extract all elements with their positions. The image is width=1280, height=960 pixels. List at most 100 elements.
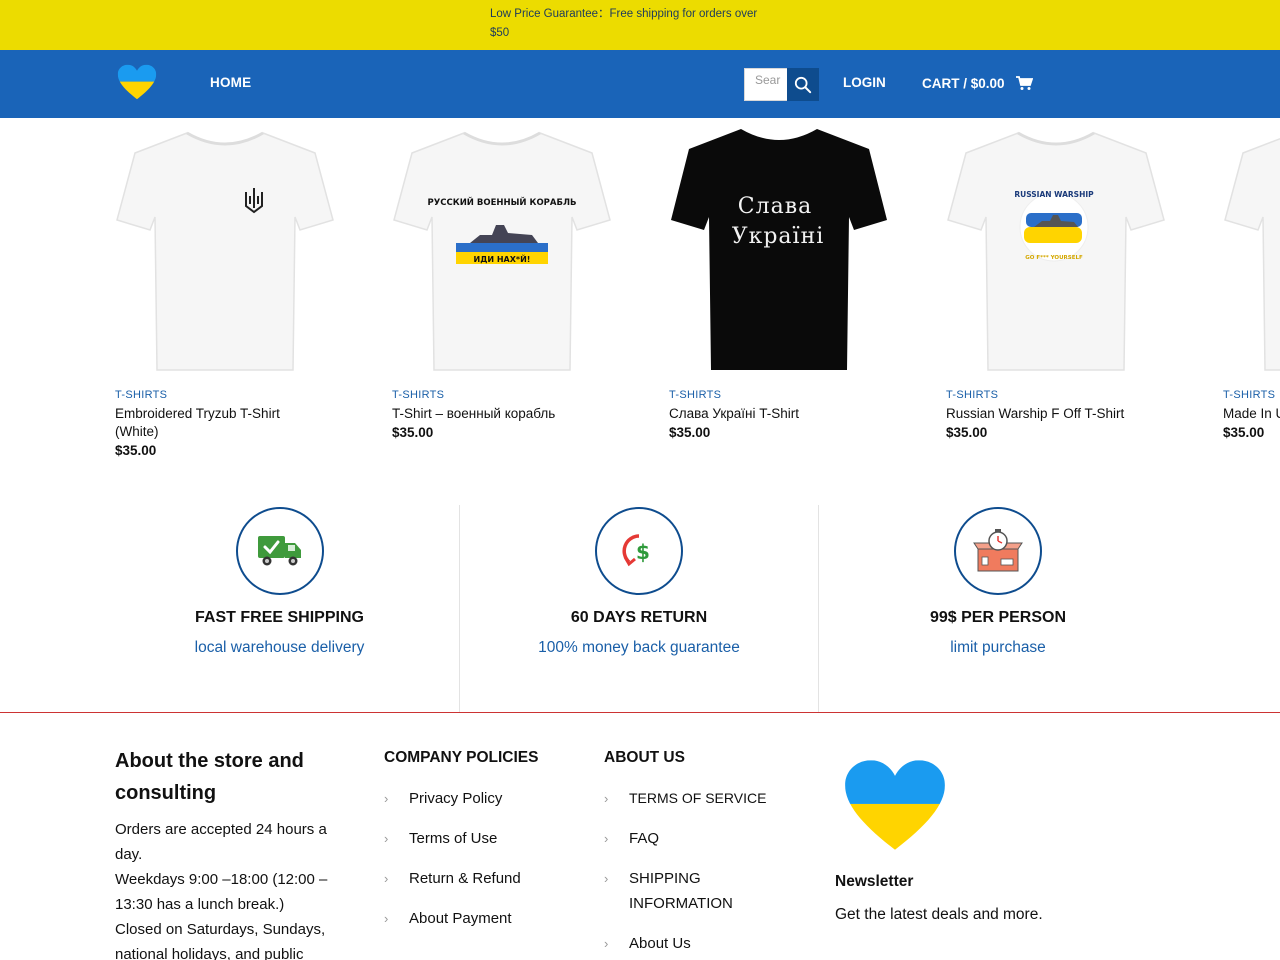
- chevron-right-icon: ›: [604, 871, 609, 886]
- chevron-right-icon: ›: [384, 911, 389, 926]
- chevron-right-icon: ›: [604, 831, 609, 846]
- policy-link-privacy[interactable]: › Privacy Policy: [384, 786, 521, 811]
- chevron-right-icon: ›: [604, 791, 609, 806]
- product-price: $35.00: [669, 425, 711, 440]
- policy-link-payment[interactable]: › About Payment: [384, 906, 521, 931]
- feature-title: FAST FREE SHIPPING: [195, 609, 364, 626]
- policy-link-terms[interactable]: › Terms of Use: [384, 826, 521, 851]
- product-image[interactable]: [1223, 125, 1280, 375]
- product-category[interactable]: T-SHIRTS: [669, 389, 721, 401]
- money-return-icon: $: [622, 534, 650, 567]
- product-name[interactable]: Made In U: [1223, 405, 1280, 423]
- link-label: Return & Refund: [409, 870, 521, 887]
- product-category[interactable]: T-SHIRTS: [946, 389, 998, 401]
- about-link-about-us[interactable]: › About Us: [604, 931, 784, 956]
- svg-text:$: $: [636, 540, 650, 564]
- about-us-list: › TERMS OF SERVICE › FAQ › SHIPPING INFORMA…: [604, 786, 784, 960]
- promo-bar: Low Price Guarantee：Free shipping for or…: [0, 0, 1280, 50]
- link-label: Privacy Policy: [409, 790, 503, 807]
- chevron-right-icon: ›: [384, 831, 389, 846]
- product-price: $35.00: [1223, 425, 1265, 440]
- delivery-truck-icon: [257, 536, 301, 566]
- tshirt-white-image: РУССКИЙ ВОЕННЫЙ КОРАБЛЬ ИДИ НАХ*Й!: [393, 131, 611, 371]
- feature-subtitle[interactable]: limit purchase: [819, 639, 1177, 657]
- product-price: $35.00: [946, 425, 988, 440]
- link-label: About Payment: [409, 910, 512, 927]
- promo-message-line1: Low Price Guarantee：Free shipping for or…: [490, 8, 758, 20]
- link-label: SHIPPING INFORMATION: [629, 870, 733, 912]
- cart-link[interactable]: CART / $0.00: [922, 75, 1033, 91]
- product-card[interactable]: T-SHIRTS Made In U $35.00: [1223, 125, 1280, 455]
- print-top-text: RUSSIAN WARSHIP: [1014, 190, 1094, 199]
- newsletter-title: Newsletter: [835, 873, 914, 890]
- product-card[interactable]: T-SHIRTS Embroidered Tryzub T-Shirt (Whi…: [115, 125, 335, 458]
- print-line2: Україні: [732, 224, 825, 249]
- footer-about-section: About the store and consulting Orders ar…: [115, 745, 355, 960]
- feature-title: 99$ PER PERSON: [929, 609, 1067, 626]
- policies-list: › Privacy Policy › Terms of Use › Return & …: [384, 786, 521, 946]
- feature-shipping: FAST FREE SHIPPING local warehouse deliv…: [100, 505, 459, 713]
- link-label: TERMS OF SERVICE: [629, 790, 767, 806]
- print-bottom-text: ИДИ НАХ*Й!: [474, 253, 531, 264]
- search-icon: [794, 76, 812, 93]
- tshirt-black-image: Слава Україні: [671, 129, 887, 370]
- chevron-right-icon: ›: [604, 936, 609, 951]
- product-category[interactable]: T-SHIRTS: [1223, 389, 1275, 401]
- feature-title: 60 DAYS RETURN: [570, 609, 708, 626]
- tshirt-white-image: [116, 131, 334, 371]
- product-image[interactable]: [115, 125, 335, 375]
- print-bottom-text: GO F*** YOURSELF: [1025, 255, 1083, 261]
- policy-link-refund[interactable]: › Return & Refund: [384, 866, 521, 891]
- product-name[interactable]: T-Shirt – военный корабль: [392, 405, 592, 423]
- feature-return: $ 60 DAYS RETURN 100% money back guarant…: [459, 505, 818, 713]
- product-card[interactable]: РУССКИЙ ВОЕННЫЙ КОРАБЛЬ ИДИ НАХ*Й! T-SHI…: [392, 125, 612, 440]
- product-name[interactable]: Embroidered Tryzub T-Shirt (White): [115, 405, 315, 441]
- tshirt-white-image: [1224, 137, 1280, 371]
- link-label: FAQ: [629, 830, 660, 847]
- product-name[interactable]: Russian Warship F Off T-Shirt: [946, 405, 1146, 423]
- print-top-text: РУССКИЙ ВОЕННЫЙ КОРАБЛЬ: [427, 196, 576, 208]
- product-card[interactable]: Слава Україні T-SHIRTS Слава Україні T-S…: [669, 125, 889, 440]
- product-price: $35.00: [115, 443, 157, 458]
- newsletter-subtitle: Get the latest deals and more.: [835, 906, 1043, 923]
- about-link-shipping[interactable]: › SHIPPING INFORMATION: [604, 866, 754, 916]
- site-header: HOME Sear LOGIN CART / $0.00: [0, 50, 1280, 118]
- package-timer-icon: [973, 529, 1023, 572]
- chevron-right-icon: ›: [384, 791, 389, 806]
- product-image[interactable]: Слава Україні: [669, 125, 889, 375]
- policies-title: COMPANY POLICIES: [384, 749, 539, 766]
- search-button[interactable]: [787, 68, 819, 101]
- search-input[interactable]: Sear: [744, 68, 788, 101]
- heart-ukraine-flag-icon[interactable]: [117, 64, 157, 100]
- print-line1: Слава: [738, 194, 812, 219]
- about-link-faq[interactable]: › FAQ: [604, 826, 784, 851]
- product-image[interactable]: RUSSIAN WARSHIP GO F*** YOURSELF: [946, 125, 1166, 375]
- feature-subtitle[interactable]: 100% money back guarantee: [460, 639, 818, 657]
- cart-icon: [1015, 76, 1033, 90]
- product-price: $35.00: [392, 425, 434, 440]
- login-link[interactable]: LOGIN: [843, 75, 886, 90]
- feature-icon-circle: [235, 507, 324, 595]
- promo-message-line2: $50: [490, 27, 510, 39]
- about-link-terms-of-service[interactable]: › TERMS OF SERVICE: [604, 786, 784, 811]
- promo-message: Low Price Guarantee：Free shipping for or…: [490, 5, 790, 43]
- product-image[interactable]: РУССКИЙ ВОЕННЫЙ КОРАБЛЬ ИДИ НАХ*Й!: [392, 125, 612, 375]
- feature-icon-circle: $: [595, 507, 683, 595]
- nav-home-link[interactable]: HOME: [210, 75, 251, 90]
- product-category[interactable]: T-SHIRTS: [115, 389, 167, 401]
- footer-divider: [0, 712, 1280, 713]
- footer-about-title: About the store and consulting: [115, 750, 304, 804]
- feature-limit: 99$ PER PERSON limit purchase: [818, 505, 1177, 713]
- product-card[interactable]: RUSSIAN WARSHIP GO F*** YOURSELF T-SHIRT…: [946, 125, 1166, 440]
- product-category[interactable]: T-SHIRTS: [392, 389, 444, 401]
- cart-label: CART / $0.00: [922, 75, 1005, 91]
- feature-icon-circle: [954, 507, 1042, 595]
- product-name[interactable]: Слава Україні T-Shirt: [669, 405, 869, 423]
- heart-ukraine-flag-icon: [845, 760, 945, 850]
- about-us-title: ABOUT US: [604, 749, 685, 766]
- tshirt-white-image: RUSSIAN WARSHIP GO F*** YOURSELF: [947, 131, 1165, 371]
- chevron-right-icon: ›: [384, 871, 389, 886]
- link-label: Terms of Use: [409, 830, 498, 847]
- footer-about-text: Orders are accepted 24 hours a day. Week…: [115, 821, 328, 960]
- feature-subtitle[interactable]: local warehouse delivery: [100, 639, 459, 657]
